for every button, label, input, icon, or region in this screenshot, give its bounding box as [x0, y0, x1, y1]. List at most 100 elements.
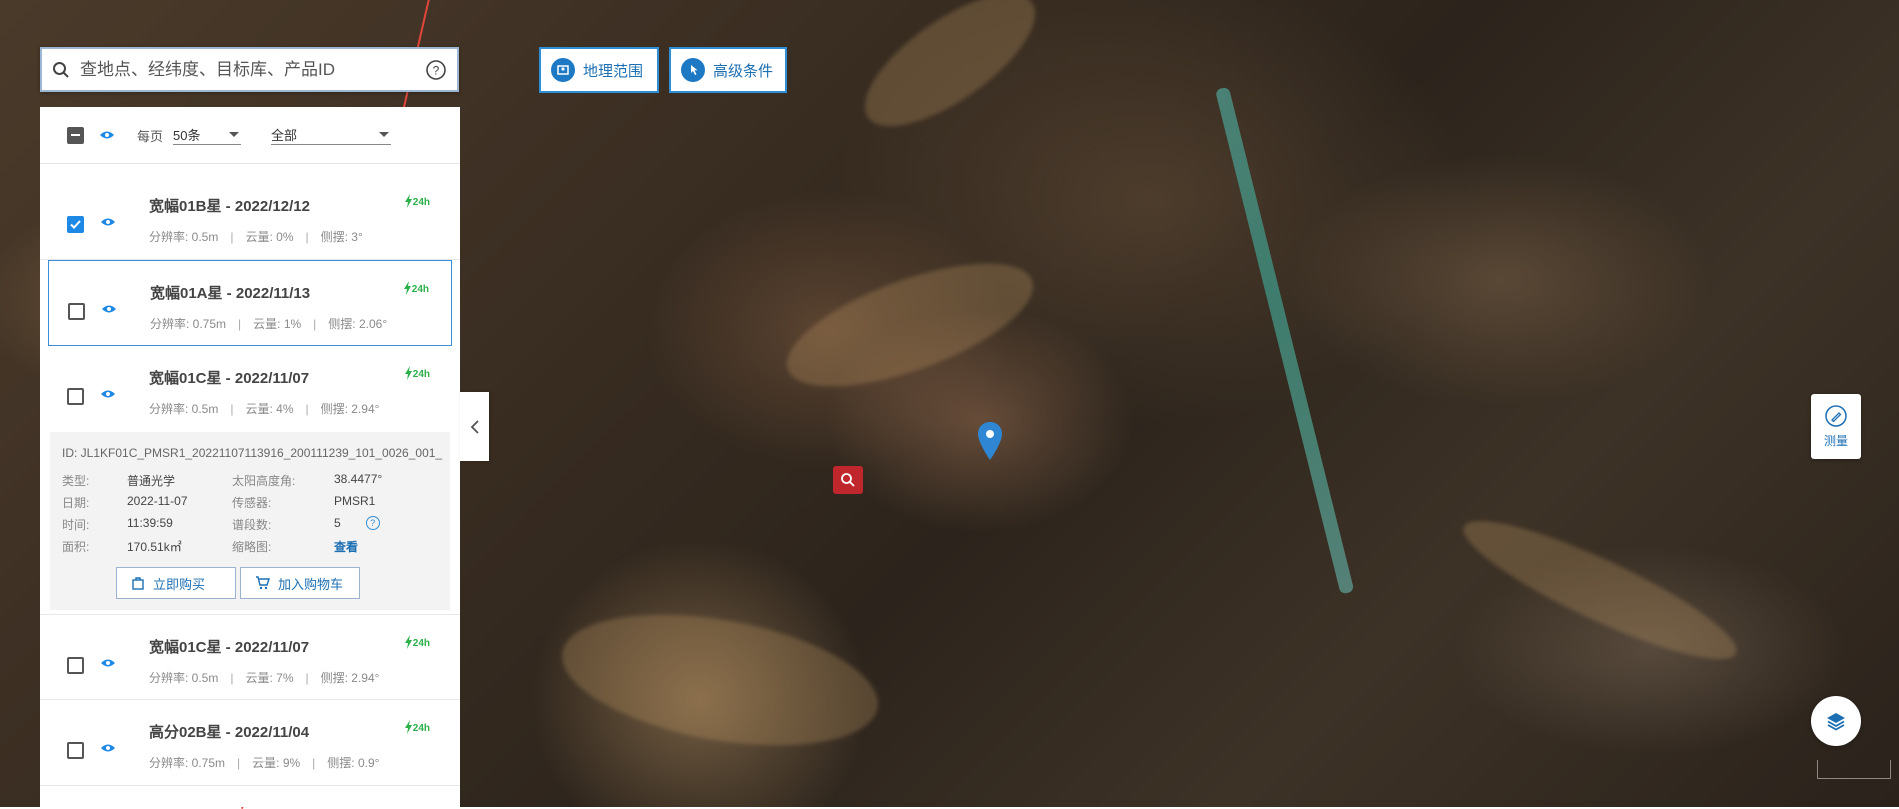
- bands-label: 谱段数:: [232, 518, 272, 532]
- search-input[interactable]: [78, 58, 425, 81]
- sensor-value: PMSR1: [334, 494, 376, 508]
- item-title: 宽幅01C星 - 2022/11/07: [149, 370, 310, 387]
- help-icon[interactable]: ?: [365, 516, 380, 530]
- badge-text: 24h: [411, 284, 429, 295]
- list-item[interactable]: 宽幅01C星 - 2022/11/07 24h 分辨率: 0.5m | 云量: 7%…: [40, 614, 460, 700]
- advanced-conditions-button[interactable]: 高级条件: [669, 47, 787, 93]
- map-scale-bar: [1817, 760, 1891, 779]
- item-checkbox[interactable]: [67, 657, 84, 674]
- measure-tool-button[interactable]: 测量: [1811, 394, 1861, 459]
- help-icon[interactable]: ?: [425, 59, 447, 81]
- chevron-down-icon: [379, 132, 390, 137]
- cloud-text: 云量: 0%: [245, 230, 294, 244]
- list-item[interactable]: 高分02B星 - 2022/11/04 24h 分辨率: 0.75m | 云量: 9…: [40, 700, 460, 786]
- sun-elevation-label: 太阳高度角:: [232, 474, 296, 488]
- list-item[interactable]: 宽幅01A星 - 2022/11/13 24h 分辨率: 0.75m | 云量: 1…: [48, 260, 452, 346]
- realtime-badge: 24h: [404, 366, 430, 380]
- search-icon: [841, 473, 855, 487]
- location-pin-icon[interactable]: [977, 421, 1003, 461]
- buy-now-label: 立即购买: [153, 576, 206, 592]
- eye-icon[interactable]: [100, 743, 116, 753]
- detail-row: 日期: 2022-11-07 传感器: PMSR1: [62, 494, 375, 511]
- type-value: 普通光学: [127, 474, 176, 488]
- badge-text: 24h: [412, 197, 430, 208]
- eye-icon[interactable]: [100, 658, 116, 668]
- thumbnail-view-link[interactable]: 查看: [334, 538, 358, 555]
- area-label: 面积:: [62, 540, 90, 554]
- resolution-text: 分辨率: 0.5m: [149, 402, 219, 416]
- filter-value: 全部: [271, 128, 298, 143]
- per-page-value: 50条: [173, 128, 201, 143]
- select-all-checkbox[interactable]: [67, 126, 84, 144]
- per-page-label: 每页: [137, 128, 164, 144]
- list-header: 每页 50条 全部: [40, 107, 460, 164]
- type-label: 类型:: [62, 474, 90, 488]
- per-page-select[interactable]: 50条: [173, 126, 242, 145]
- cloud-text: 云量: 1%: [253, 317, 302, 331]
- eye-icon[interactable]: [100, 217, 116, 227]
- measure-label: 测量: [1823, 434, 1848, 448]
- badge-text: 24h: [412, 369, 430, 380]
- cloud-text: 云量: 4%: [245, 402, 294, 416]
- item-meta: 分辨率: 0.75m | 云量: 9% | 侧摆: 0.9°: [149, 756, 380, 770]
- filter-select[interactable]: 全部: [271, 126, 392, 145]
- sensor-label: 传感器:: [232, 496, 272, 510]
- map-terrain: [772, 238, 1048, 412]
- tilt-text: 侧摆: 2.06°: [328, 317, 388, 331]
- map-terrain: [552, 593, 888, 767]
- cloud-text: 云量: 9%: [252, 756, 301, 770]
- collapse-panel-button[interactable]: [460, 392, 489, 461]
- item-title: 宽幅01A星 - 2022/11/13: [150, 285, 311, 302]
- detail-row: 面积: 170.51k㎡ 缩略图: 查看: [62, 538, 358, 555]
- item-checkbox[interactable]: [67, 388, 84, 405]
- eye-icon[interactable]: [99, 130, 115, 140]
- layers-button[interactable]: [1811, 696, 1861, 746]
- thumbnail-label: 缩略图:: [232, 540, 272, 554]
- realtime-badge: 24h: [403, 281, 429, 295]
- lightning-icon: [404, 194, 412, 208]
- add-to-cart-button[interactable]: 加入购物车: [240, 567, 360, 599]
- map-terrain: [845, 0, 1055, 151]
- resolution-text: 分辨率: 0.5m: [149, 230, 219, 244]
- date-value: 2022-11-07: [127, 494, 188, 508]
- advanced-conditions-label: 高级条件: [713, 62, 774, 80]
- chevron-left-icon: [470, 419, 479, 434]
- list-item[interactable]: 宽幅01B星 - 2022/12/12 24h 分辨率: 0.5m | 云量: 0%…: [40, 174, 460, 260]
- detail-row: 类型: 普通光学 太阳高度角: 38.4477°: [62, 472, 382, 489]
- cart-icon: [256, 576, 270, 590]
- search-bar[interactable]: ?: [40, 47, 459, 92]
- eye-icon[interactable]: [100, 389, 116, 399]
- geo-range-button[interactable]: 地理范围: [539, 47, 659, 93]
- time-value: 11:39:59: [127, 516, 173, 530]
- time-label: 时间:: [62, 518, 90, 532]
- list-item[interactable]: 宽幅01C星 - 2022/11/07 24h 分辨率: 0.5m | 云量: 4%…: [40, 346, 460, 432]
- result-panel: 每页 50条 全部 宽幅01B星 - 2022/12/12 24h 分辨率: 0…: [40, 107, 460, 807]
- item-checkbox[interactable]: [67, 216, 84, 233]
- zoom-search-marker[interactable]: [833, 466, 863, 494]
- tilt-text: 侧摆: 2.94°: [320, 402, 380, 416]
- item-meta: 分辨率: 0.5m | 云量: 7% | 侧摆: 2.94°: [149, 671, 380, 685]
- geo-range-icon: [551, 58, 575, 82]
- buy-now-button[interactable]: 立即购买: [116, 567, 236, 599]
- add-cart-label: 加入购物车: [278, 576, 344, 592]
- item-checkbox[interactable]: [67, 742, 84, 759]
- resolution-text: 分辨率: 0.75m: [149, 756, 226, 770]
- layers-icon: [1827, 713, 1845, 731]
- detail-row: 时间: 11:39:59 谱段数: 5 ?: [62, 516, 380, 533]
- badge-text: 24h: [412, 638, 430, 649]
- eye-icon[interactable]: [101, 304, 117, 314]
- realtime-badge: 24h: [404, 194, 430, 208]
- svg-text:?: ?: [433, 63, 440, 77]
- tilt-text: 侧摆: 3°: [320, 230, 363, 244]
- resolution-text: 分辨率: 0.75m: [150, 317, 227, 331]
- geo-range-label: 地理范围: [583, 62, 644, 80]
- lightning-icon: [404, 720, 412, 734]
- chevron-down-icon: [229, 132, 240, 137]
- cloud-text: 云量: 7%: [245, 671, 294, 685]
- ruler-icon: [1825, 405, 1847, 427]
- lightning-icon: [404, 366, 412, 380]
- item-meta: 分辨率: 0.5m | 云量: 0% | 侧摆: 3°: [149, 230, 363, 244]
- item-checkbox[interactable]: [68, 303, 85, 320]
- item-title: 宽幅01B星 - 2022/12/12: [149, 198, 310, 215]
- item-detail: ID: JL1KF01C_PMSR1_20221107113916_200111…: [50, 432, 450, 610]
